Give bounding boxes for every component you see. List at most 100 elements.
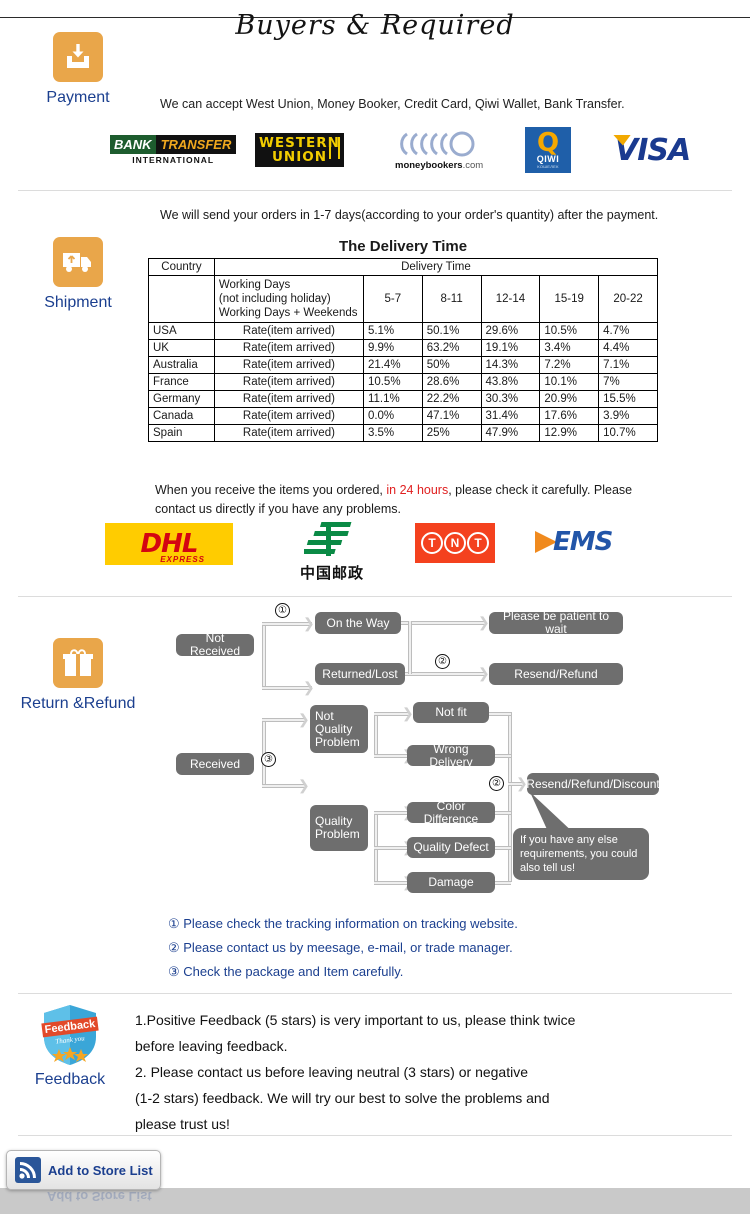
cell-value: 21.4% [362,356,423,374]
cell-value: 10.7% [598,424,658,442]
table-row: Spain Rate(item arrived) 3.5% 25% 47.9% … [148,424,658,442]
cell-value: 29.6% [480,322,541,340]
flow-arrow-icon: ❯ [303,615,315,631]
cell-value: 4.4% [598,339,658,357]
tnt-logo: T N T [415,523,495,563]
cell-country: USA [148,322,215,340]
flow-node-please-wait: Please be patient to wait [489,610,623,636]
rss-icon [15,1157,41,1183]
flow-arrow-icon: ❯ [298,777,310,793]
category-shipment: Shipment [8,237,148,312]
add-to-store-list-button[interactable]: Add to Store List [6,1150,161,1190]
cell-value: 9.9% [362,339,423,357]
table-row: Australia Rate(item arrived) 21.4% 50% 1… [148,356,658,374]
flow-node-quality-defect: Quality Defect [407,837,495,858]
table-header-delivery-time: Delivery Time [213,258,659,276]
cell-value: 43.8% [480,373,541,391]
qiwi-logo: Q QIWI КОШЕЛЕК [525,126,571,174]
cell-value: 22.2% [421,390,482,408]
category-label-shipment: Shipment [44,294,112,311]
flow-connector [508,712,512,882]
payment-description: We can accept West Union, Money Booker, … [160,97,625,111]
cell-rate: Rate(item arrived) [213,339,364,357]
cell-value: 19.1% [480,339,541,357]
cell-value: 28.6% [421,373,482,391]
flow-connector [408,621,412,674]
cell-value: 7.1% [598,356,658,374]
tnt-letter-t1: T [421,532,443,554]
bank-transfer-word-international: INTERNATIONAL [132,155,215,165]
return-note-2: ② Please contact us by meesage, e-mail, … [168,940,513,955]
inbox-download-icon [53,32,103,82]
flow-node-not-received: Not Received [176,632,254,658]
feedback-line-1: 1.Positive Feedback (5 stars) is very im… [135,1012,576,1028]
cell-rate: Rate(item arrived) [213,322,364,340]
qiwi-q-glyph: Q [536,127,560,158]
flow-node-received: Received [176,753,254,775]
category-payment: Payment [8,32,148,107]
dhl-express-text: EXPRESS [160,555,205,564]
bank-transfer-word-transfer: TRANSFER [155,135,237,154]
cell-value: 3.5% [362,424,423,442]
cell-value: 5.1% [362,322,423,340]
table-header-row-2: Working Days (not including holiday) Wor… [148,275,658,323]
cell-rate: Rate(item arrived) [213,424,364,442]
working-days-line-1: Working Days [218,279,291,291]
flow-marker-1: ① [275,603,290,618]
cell-rate: Rate(item arrived) [213,373,364,391]
delivery-table-title: The Delivery Time [338,238,468,255]
table-header-range-3: 15-19 [539,275,600,323]
section-divider-4 [18,1135,732,1136]
moneybookers-arcs-icon [399,130,479,158]
western-union-line1: WESTERN [259,135,340,151]
inspection-note-line2: contact us directly if you have any prob… [155,502,401,516]
moneybookers-logo: moneybookers.com [395,126,483,174]
table-header-range-4: 20-22 [598,275,658,323]
moneybookers-wordmark: moneybookers [395,159,463,171]
table-header-working-days: Working Days (not including holiday) Wor… [213,275,364,323]
cell-value: 50% [421,356,482,374]
ems-wordmark: EMS [553,527,613,557]
cell-country: Australia [148,356,215,374]
cell-value: 63.2% [421,339,482,357]
working-days-line-2: (not including holiday) [218,293,331,305]
cell-rate: Rate(item arrived) [213,407,364,425]
cell-value: 17.6% [539,407,600,425]
flow-arrow-icon: ❯ [402,705,414,721]
cell-value: 3.9% [598,407,658,425]
cell-value: 11.1% [362,390,423,408]
flow-node-returned-lost: Returned/Lost [315,663,405,685]
flow-connector [489,712,511,716]
cell-country: France [148,373,215,391]
inspection-note-part1: When you receive the items you ordered, [155,483,387,497]
category-label-feedback: Feedback [34,1071,106,1088]
western-union-logo: WESTERN UNION [255,126,344,174]
flow-marker-2: ② [435,654,450,669]
inspection-note-part2: , please check it carefully. Please [448,483,633,497]
cell-value: 12.9% [539,424,600,442]
bank-transfer-word-bank: BANK [110,135,156,154]
flow-arrow-icon: ❯ [478,614,490,630]
table-header-range-0: 5-7 [362,275,423,323]
return-flowchart: Not Received ❯ ❯ ① On the Way Returned/L… [0,600,750,900]
feedback-line-5: please trust us! [135,1116,230,1132]
flow-connector [495,881,511,885]
table-header-range-1: 8-11 [421,275,482,323]
flow-node-wrong-delivery: Wrong Delivery [407,742,495,768]
flow-node-damage: Damage [407,872,495,893]
cell-value: 10.5% [362,373,423,391]
western-union-line2: UNION [271,149,328,165]
cell-country: Canada [148,407,215,425]
dhl-logo: DHL EXPRESS [105,523,233,565]
flow-bubble-note: If you have any else requirements, you c… [513,828,649,880]
add-to-store-list-label: Add to Store List [48,1162,153,1178]
table-header-blank [148,275,215,323]
china-post-wordmark: 中国邮政 [300,564,365,582]
table-row: France Rate(item arrived) 10.5% 28.6% 43… [148,373,658,391]
return-note-3: ③ Check the package and Item carefully. [168,964,404,979]
cell-value: 20.9% [539,390,600,408]
cell-value: 10.5% [539,322,600,340]
flow-node-color-difference: Color Difference [407,799,495,825]
flow-marker-2b: ② [489,776,504,791]
cell-country: Germany [148,390,215,408]
